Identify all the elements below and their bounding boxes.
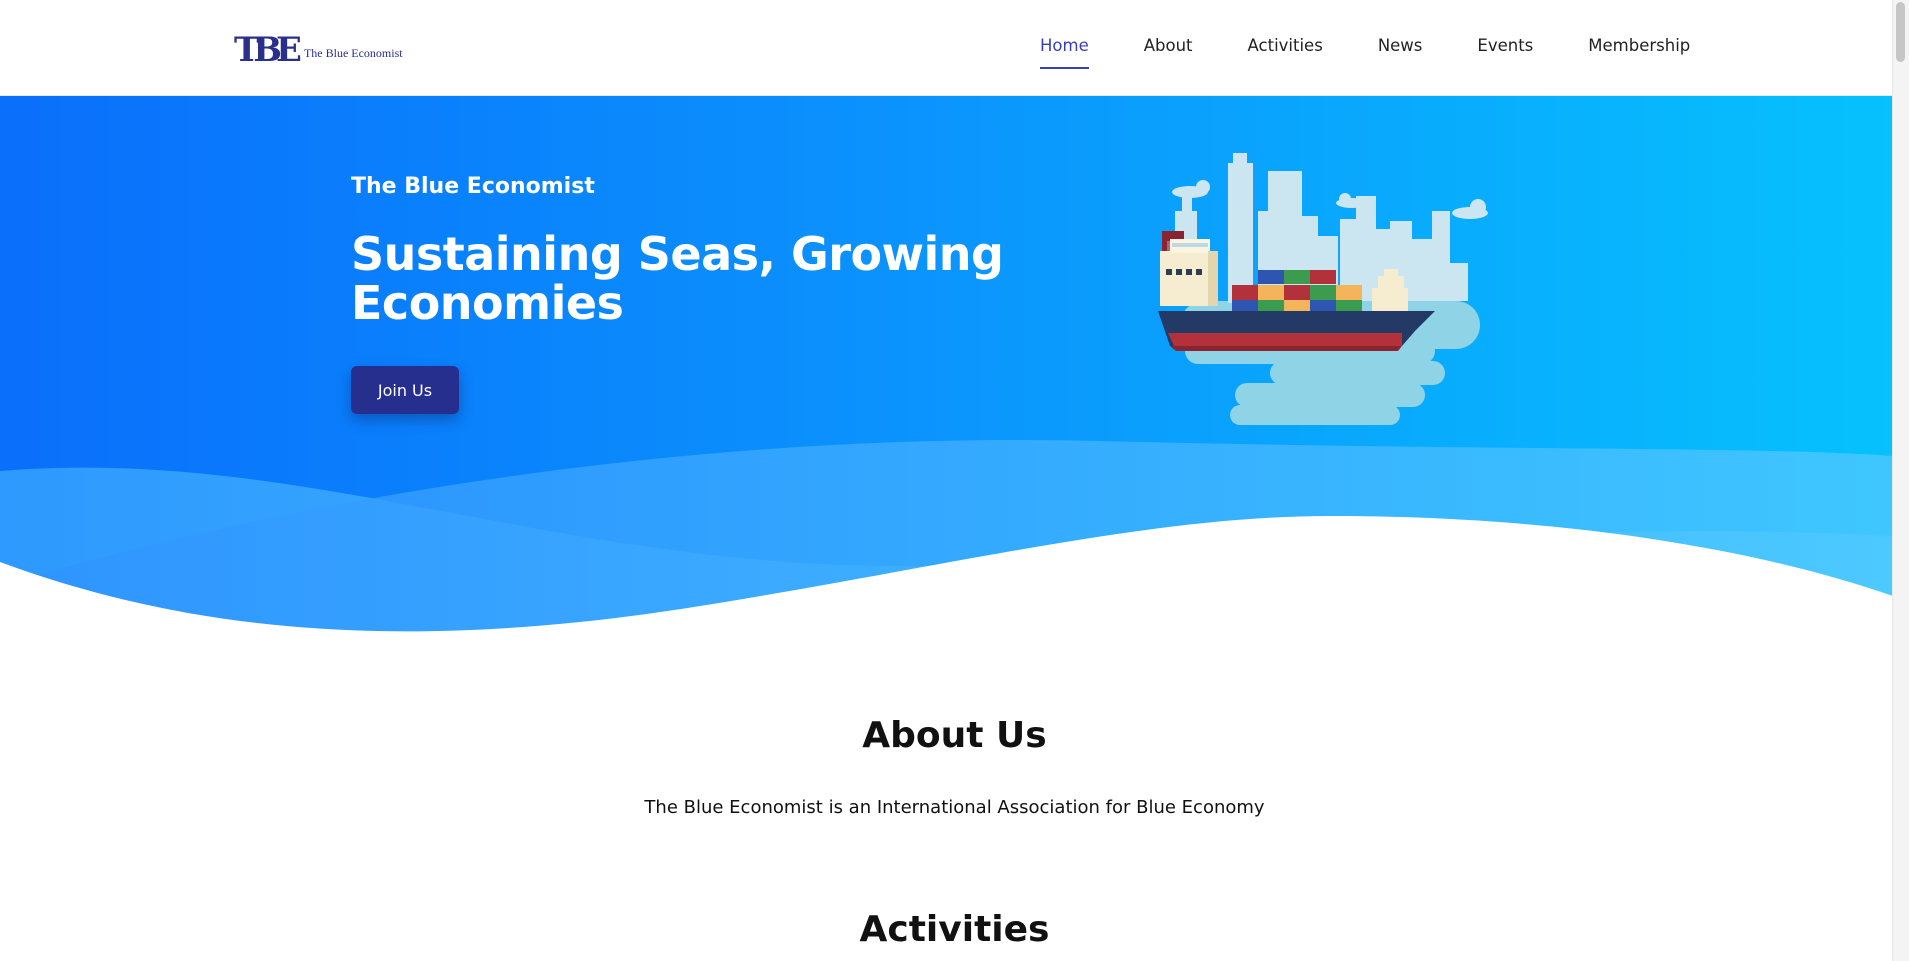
nav-membership[interactable]: Membership bbox=[1588, 36, 1690, 69]
nav-home[interactable]: Home bbox=[1040, 36, 1089, 69]
about-title: About Us bbox=[862, 715, 1047, 756]
site-logo[interactable]: TBE The Blue Economist bbox=[234, 33, 403, 67]
logo-text: The Blue Economist bbox=[303, 45, 403, 60]
cargo-ship-illustration bbox=[1158, 153, 1488, 425]
page-scrollbar[interactable] bbox=[1892, 0, 1909, 961]
hero-waves bbox=[0, 439, 1893, 656]
hero-subtitle: The Blue Economist bbox=[351, 174, 595, 199]
join-us-button[interactable]: Join Us bbox=[351, 366, 459, 414]
about-text: The Blue Economist is an International A… bbox=[644, 797, 1265, 818]
main-nav: Home About Activities News Events Member… bbox=[1040, 36, 1690, 69]
logo-mark: TBE bbox=[234, 30, 302, 70]
scrollbar-thumb[interactable] bbox=[1896, 2, 1905, 62]
hero-title: Sustaining Seas, Growing Economies bbox=[351, 227, 1004, 330]
nav-about[interactable]: About bbox=[1144, 36, 1193, 69]
activities-title: Activities bbox=[859, 909, 1050, 950]
nav-news[interactable]: News bbox=[1378, 36, 1423, 69]
nav-activities[interactable]: Activities bbox=[1248, 36, 1323, 69]
nav-events[interactable]: Events bbox=[1477, 36, 1533, 69]
hero-section: The Blue Economist Sustaining Seas, Grow… bbox=[0, 96, 1893, 656]
site-header: TBE The Blue Economist Home About Activi… bbox=[0, 0, 1909, 96]
